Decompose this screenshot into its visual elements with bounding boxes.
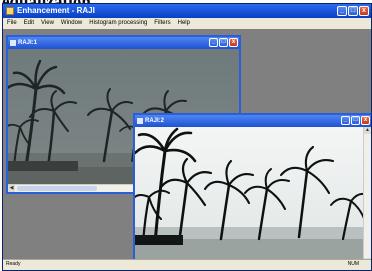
close-button[interactable]: x bbox=[359, 6, 369, 16]
status-bar: Ready NUM bbox=[3, 259, 371, 270]
document-icon bbox=[10, 40, 16, 46]
window-1-close-button[interactable]: x bbox=[229, 38, 238, 47]
window-1-minimize-button[interactable]: _ bbox=[209, 38, 218, 47]
menu-view[interactable]: View bbox=[41, 18, 54, 29]
image-window-1-titlebar[interactable]: RAJI:1 _ □ x bbox=[8, 37, 239, 49]
window-2-close-button[interactable]: x bbox=[361, 116, 370, 125]
image-window-2: RAJI:2 _ □ x ▲ bbox=[133, 113, 371, 260]
document-icon bbox=[137, 118, 143, 124]
window-2-minimize-button[interactable]: _ bbox=[341, 116, 350, 125]
status-num: NUM bbox=[347, 261, 359, 267]
image-window-2-titlebar[interactable]: RAJI:2 _ □ x bbox=[135, 115, 371, 127]
menu-edit[interactable]: Edit bbox=[24, 18, 34, 29]
menu-histogram-processing[interactable]: Histogram processing bbox=[89, 18, 147, 29]
menu-filters[interactable]: Filters bbox=[154, 18, 170, 29]
scroll-up-icon[interactable]: ▲ bbox=[364, 127, 371, 134]
window-2-maximize-button[interactable]: □ bbox=[351, 116, 360, 125]
scroll-left-icon[interactable]: ◀ bbox=[8, 185, 15, 192]
menu-window[interactable]: Window bbox=[61, 18, 82, 29]
menu-help[interactable]: Help bbox=[178, 18, 190, 29]
image-window-2-title: RAJI:2 bbox=[145, 118, 165, 124]
window-1-maximize-button[interactable]: □ bbox=[219, 38, 228, 47]
menu-bar: File Edit View Window Histogram processi… bbox=[3, 18, 371, 29]
app-window: Enhancement - RAJI _ □ x File Edit View … bbox=[2, 3, 372, 271]
app-title: Enhancement - RAJI bbox=[17, 6, 95, 15]
menu-file[interactable]: File bbox=[7, 18, 17, 29]
image-window-1-title: RAJI:1 bbox=[18, 40, 38, 46]
image-window-2-photo bbox=[135, 127, 368, 260]
scroll-thumb[interactable] bbox=[17, 186, 97, 191]
status-ready: Ready bbox=[6, 261, 21, 267]
image-window-2-vscrollbar[interactable]: ▲ ▼ bbox=[363, 127, 371, 260]
app-icon bbox=[6, 7, 14, 15]
mdi-workspace: RAJI:1 _ □ x ◀ RAJI:2 _ □ x ▲ bbox=[3, 29, 371, 260]
app-titlebar[interactable]: Enhancement - RAJI _ □ x bbox=[3, 4, 371, 18]
maximize-button[interactable]: □ bbox=[348, 6, 358, 16]
minimize-button[interactable]: _ bbox=[337, 6, 347, 16]
